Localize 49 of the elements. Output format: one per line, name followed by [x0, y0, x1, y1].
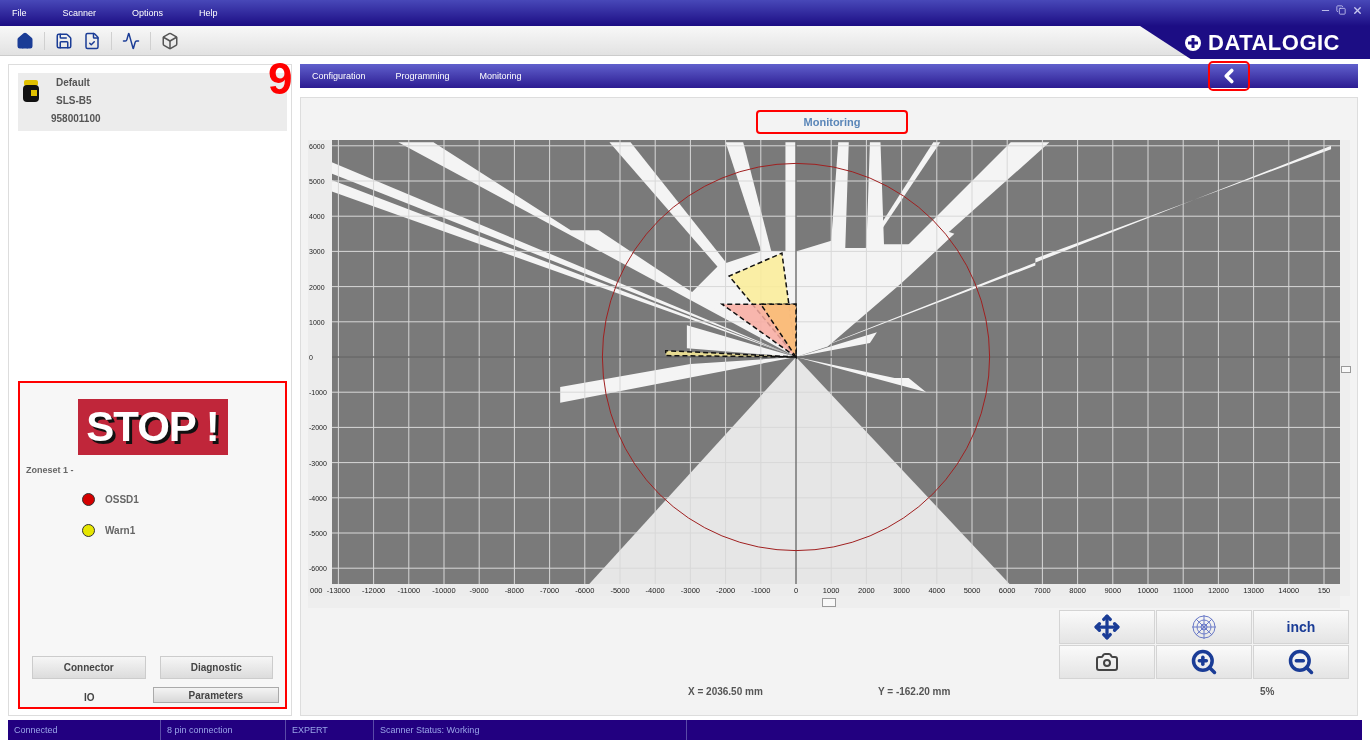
output-label: OSSD1 — [105, 494, 139, 505]
web-icon — [1191, 614, 1217, 640]
menu-item[interactable]: File — [12, 8, 27, 18]
scroll-thumb[interactable] — [1341, 366, 1351, 373]
zoom-out-icon — [1287, 648, 1315, 676]
zoneset-label: Zoneset 1 - — [26, 465, 75, 475]
scroll-thumb[interactable] — [822, 598, 836, 607]
logo-text: DATALOGIC — [1208, 29, 1340, 56]
panel-button[interactable]: Diagnostic — [159, 656, 273, 679]
y-readout: Y = -162.20 mm — [878, 686, 952, 697]
monitor-icon[interactable] — [122, 31, 140, 50]
nav-tab[interactable]: Monitoring — [479, 71, 522, 81]
x-readout: X = 2036.50 mm — [688, 686, 764, 697]
document-check-icon[interactable] — [83, 31, 101, 50]
vertical-scrollbar[interactable] — [1340, 140, 1350, 596]
status-text: 8 pin connection — [161, 720, 286, 740]
nav-tab[interactable]: Configuration — [312, 71, 366, 81]
panel-title: Monitoring — [755, 110, 909, 134]
home-icon[interactable] — [16, 31, 34, 50]
unit-button[interactable]: inch — [1253, 610, 1349, 644]
stop-sign: STOP ! — [77, 399, 228, 455]
save-icon[interactable] — [55, 31, 73, 50]
cube-icon[interactable] — [161, 31, 179, 50]
menu-item[interactable]: Help — [199, 8, 218, 18]
tool-button[interactable] — [1253, 645, 1349, 679]
tool-button[interactable] — [1156, 645, 1252, 679]
restore-icon[interactable] — [1334, 4, 1348, 16]
menu-item[interactable]: Options — [132, 8, 164, 18]
panel-button[interactable]: Connector — [32, 656, 146, 679]
zoom-readout: 5% — [1260, 686, 1276, 697]
horizontal-scrollbar[interactable] — [308, 596, 1340, 608]
scanner-icon — [22, 79, 40, 103]
device-name: Default — [56, 76, 91, 88]
tool-button[interactable] — [1059, 645, 1155, 679]
tool-button[interactable] — [1059, 610, 1155, 644]
status-text: Scanner Status: Working — [374, 720, 687, 740]
status-text: Connected — [8, 720, 161, 740]
status-text: EXPERT — [286, 720, 374, 740]
device-model: SLS-B5 — [56, 94, 93, 106]
output-label: Warn1 — [105, 525, 136, 536]
back-button[interactable] — [1208, 61, 1250, 91]
nav-tab[interactable]: Programming — [395, 71, 450, 81]
zoom-in-icon — [1190, 648, 1218, 676]
move-icon — [1094, 614, 1120, 640]
logo-icon — [1184, 33, 1202, 52]
device-serial: 958001100 — [50, 112, 102, 124]
camera-icon — [1095, 650, 1119, 674]
panel-tab[interactable]: Parameters — [152, 687, 279, 703]
menu-item[interactable]: Scanner — [62, 8, 97, 18]
